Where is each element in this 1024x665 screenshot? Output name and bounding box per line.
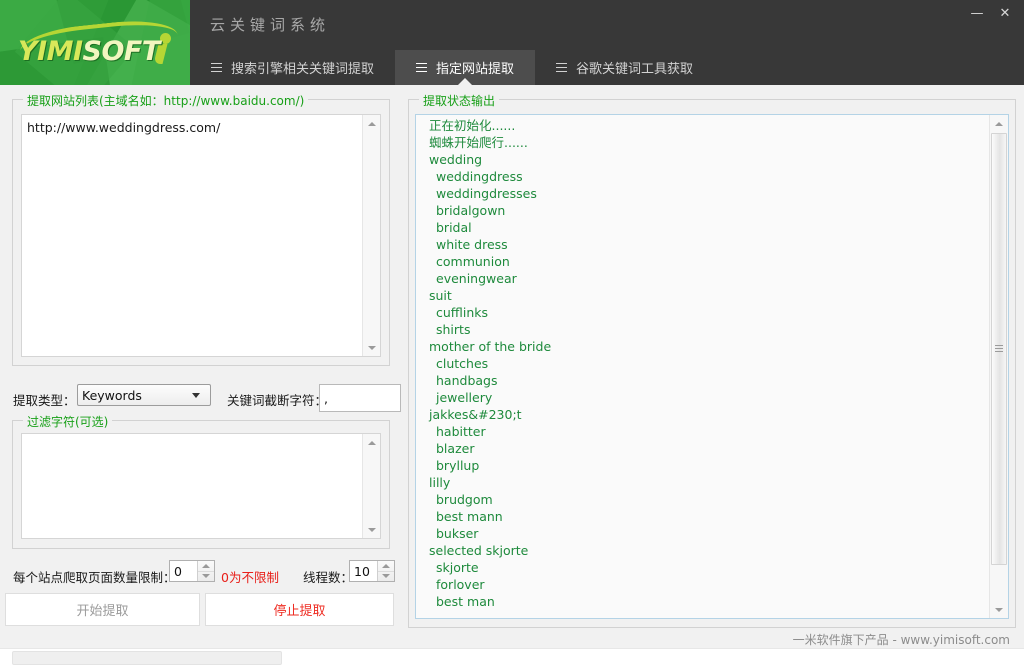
scroll-down-icon[interactable]: [990, 601, 1007, 618]
output-row[interactable]: communion: [416, 253, 990, 270]
site-list-textarea[interactable]: http://www.weddingdress.com/: [21, 114, 381, 357]
tab-search-engine-keywords[interactable]: 搜索引擎相关关键词提取: [190, 50, 395, 85]
output-row[interactable]: 正在初始化......: [416, 117, 990, 134]
scrollbar-grip-icon: [995, 345, 1003, 353]
window-horizontal-scrollbar[interactable]: [0, 648, 1024, 665]
output-row[interactable]: shirts: [416, 321, 990, 338]
logo-dot-icon: [160, 33, 171, 44]
output-row[interactable]: bukser: [416, 525, 990, 542]
delimiter-input[interactable]: [319, 384, 401, 412]
output-row[interactable]: best mann: [416, 508, 990, 525]
output-row[interactable]: lilly: [416, 474, 990, 491]
tab-label: 搜索引擎相关关键词提取: [231, 62, 375, 77]
site-list-group-title: 提取网站列表(主域名如：http://www.baidu.com/): [23, 92, 309, 109]
thread-count-input[interactable]: [350, 561, 380, 581]
output-row[interactable]: habitter: [416, 423, 990, 440]
output-row[interactable]: suit: [416, 287, 990, 304]
page-limit-spin-buttons[interactable]: [197, 561, 214, 581]
menu-icon: [556, 63, 568, 72]
output-group-title: 提取状态输出: [419, 92, 500, 109]
output-row[interactable]: cufflinks: [416, 304, 990, 321]
title-bar: YIMISOFT 云关键词系统 — ✕ 搜索引擎相关关键词提取 指定网站提取 谷…: [0, 0, 1024, 85]
output-row[interactable]: bridal: [416, 219, 990, 236]
output-list[interactable]: 正在初始化...... 蜘蛛开始爬行...... wedding weddingdre…: [415, 114, 1009, 619]
page-limit-hint: 0为不限制: [221, 570, 279, 585]
page-limit-input[interactable]: [170, 561, 200, 581]
logo-wordmark: YIMISOFT: [18, 36, 160, 67]
output-scrollbar[interactable]: [989, 115, 1008, 618]
output-row[interactable]: blazer: [416, 440, 990, 457]
output-row[interactable]: weddingdresses: [416, 185, 990, 202]
output-row[interactable]: bridalgown: [416, 202, 990, 219]
tab-specified-site-extract[interactable]: 指定网站提取: [395, 50, 536, 85]
output-row[interactable]: mother of the bride: [416, 338, 990, 355]
page-limit-stepper[interactable]: [169, 560, 215, 582]
scroll-up-icon[interactable]: [363, 115, 380, 132]
output-row[interactable]: forlover: [416, 576, 990, 593]
output-row[interactable]: brudgom: [416, 491, 990, 508]
scroll-up-icon[interactable]: [990, 115, 1007, 132]
output-scrollbar-thumb[interactable]: [991, 133, 1007, 565]
output-row[interactable]: white dress: [416, 236, 990, 253]
thread-count-spin-buttons[interactable]: [377, 561, 394, 581]
page-limit-label: 每个站点爬取页面数量限制：: [13, 570, 176, 585]
logo-wordmark-accent: SOFT: [82, 36, 161, 67]
spin-down-icon[interactable]: [378, 572, 394, 582]
output-row[interactable]: wedding: [416, 151, 990, 168]
thread-count-label: 线程数：: [303, 570, 354, 585]
filter-group-title: 过滤字符(可选): [23, 413, 113, 430]
output-rows: 正在初始化...... 蜘蛛开始爬行...... wedding weddingdre…: [416, 117, 990, 618]
site-list-value: http://www.weddingdress.com/: [27, 120, 221, 135]
minimize-button[interactable]: —: [964, 2, 990, 24]
output-row[interactable]: jewellery: [416, 389, 990, 406]
tab-label: 谷歌关键词工具获取: [576, 62, 694, 77]
output-row[interactable]: 蜘蛛开始爬行......: [416, 134, 990, 151]
menu-icon: [416, 63, 428, 72]
filter-textarea[interactable]: [21, 433, 381, 539]
tab-bar: 搜索引擎相关关键词提取 指定网站提取 谷歌关键词工具获取: [190, 50, 714, 85]
thread-count-stepper[interactable]: [349, 560, 395, 582]
status-bar: 一米软件旗下产品 - www.yimisoft.com: [0, 630, 1024, 649]
extract-type-label: 提取类型：: [13, 393, 76, 408]
window-controls: — ✕: [964, 2, 1018, 24]
output-row[interactable]: clutches: [416, 355, 990, 372]
spin-up-icon[interactable]: [378, 561, 394, 572]
output-row[interactable]: weddingdress: [416, 168, 990, 185]
app-logo: YIMISOFT: [0, 0, 190, 85]
output-row[interactable]: jakkes&#230;t: [416, 406, 990, 423]
horizontal-scrollbar-thumb[interactable]: [12, 651, 282, 665]
output-row[interactable]: selected skjorte: [416, 542, 990, 559]
stop-extract-button[interactable]: 停止提取: [205, 593, 394, 626]
menu-icon: [211, 63, 222, 72]
tab-label: 指定网站提取: [436, 62, 515, 77]
output-row[interactable]: bryllup: [416, 457, 990, 474]
footer-credit: 一米软件旗下产品 - www.yimisoft.com: [792, 633, 1010, 647]
scroll-down-icon[interactable]: [363, 339, 380, 356]
main-content: 提取网站列表(主域名如：http://www.baidu.com/) http:…: [0, 85, 1024, 630]
close-button[interactable]: ✕: [992, 2, 1018, 24]
output-row[interactable]: eveningwear: [416, 270, 990, 287]
tab-google-keyword-tool[interactable]: 谷歌关键词工具获取: [535, 50, 714, 85]
output-row[interactable]: skjorte: [416, 559, 990, 576]
logo-wordmark-main: YIMI: [18, 36, 83, 67]
scroll-down-icon[interactable]: [363, 521, 380, 538]
output-row[interactable]: best man: [416, 593, 990, 610]
scroll-up-icon[interactable]: [363, 434, 380, 451]
page-title: 云关键词系统: [210, 16, 331, 34]
extract-type-select[interactable]: Keywords: [77, 384, 211, 406]
delimiter-label: 关键词截断字符：: [227, 393, 328, 408]
site-list-scrollbar[interactable]: [362, 115, 380, 356]
output-row[interactable]: handbags: [416, 372, 990, 389]
start-extract-button[interactable]: 开始提取: [5, 593, 200, 626]
spin-up-icon[interactable]: [198, 561, 214, 572]
spin-down-icon[interactable]: [198, 572, 214, 582]
filter-scrollbar[interactable]: [362, 434, 380, 538]
